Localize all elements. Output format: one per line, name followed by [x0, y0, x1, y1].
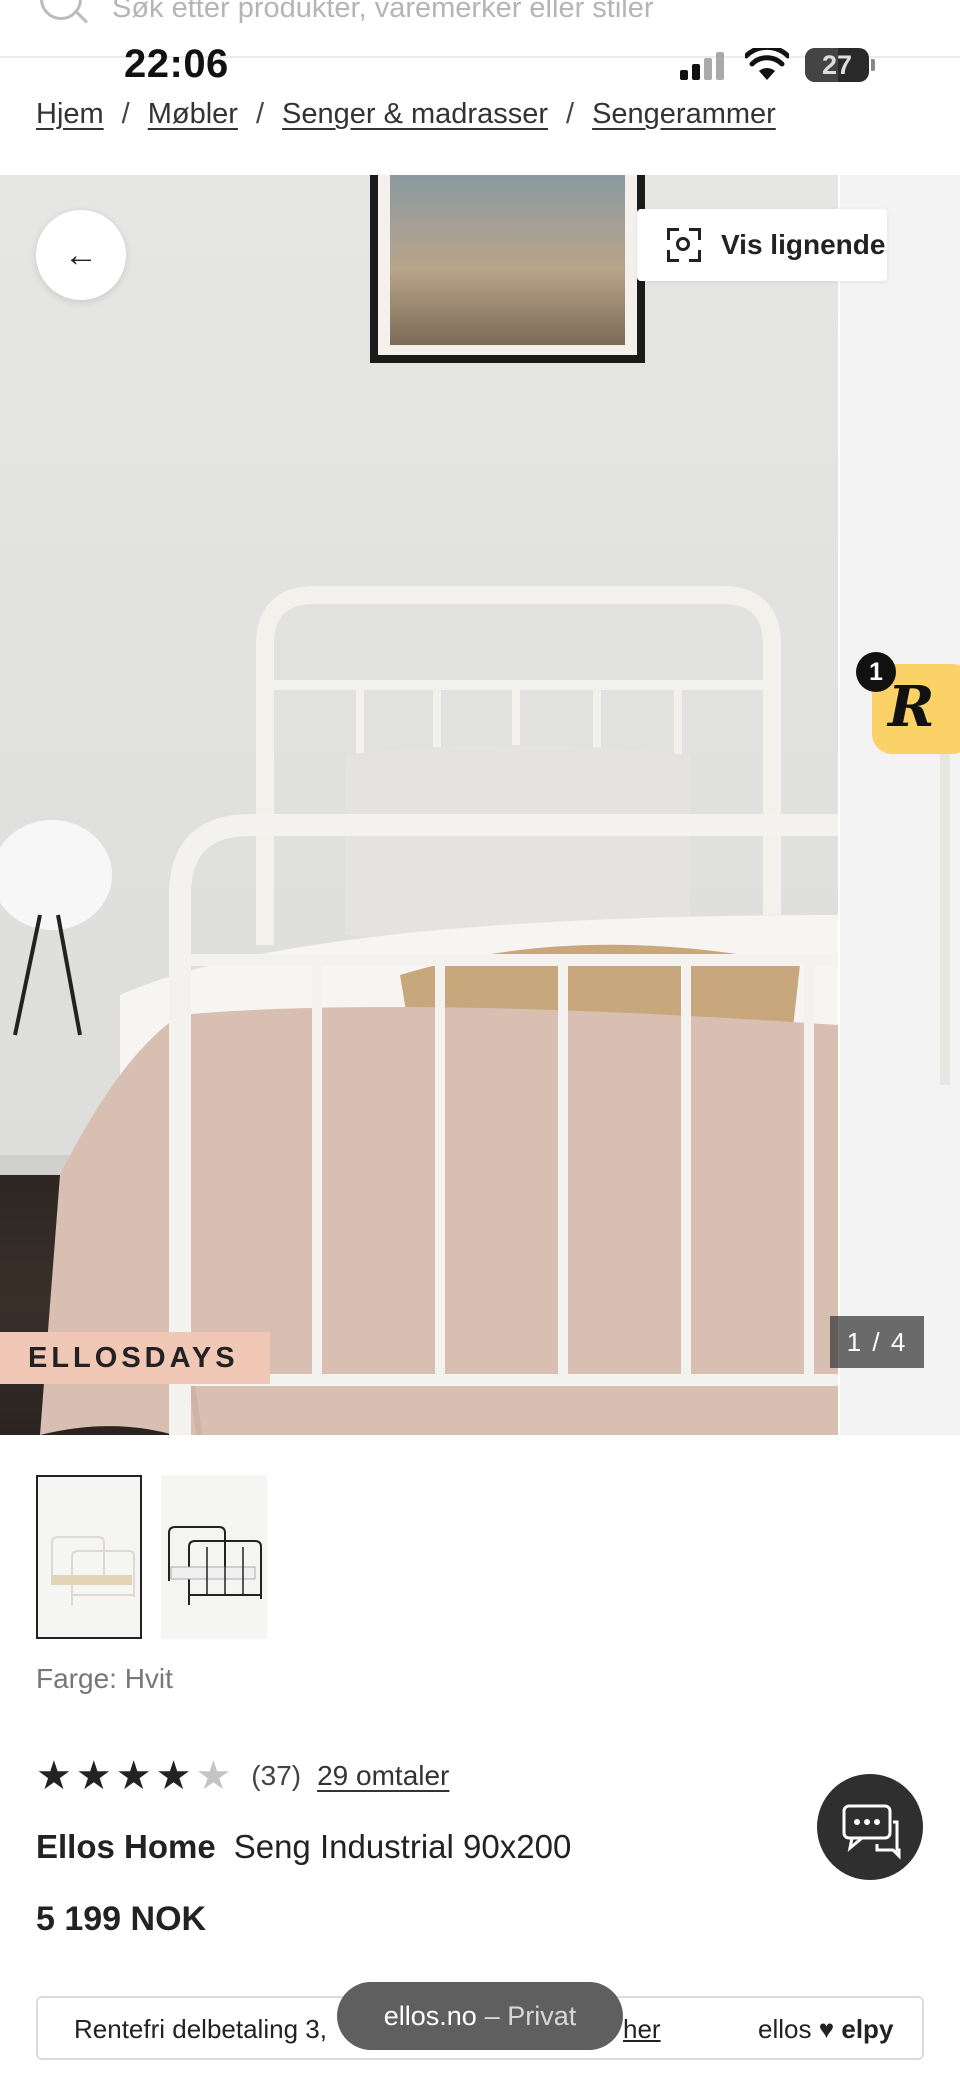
installment-text: Rentefri delbetaling 3,: [74, 2014, 327, 2044]
chat-button[interactable]: [817, 1774, 923, 1880]
show-similar-button[interactable]: Vis lignende: [637, 209, 887, 281]
rating-count: (37): [251, 1760, 302, 1791]
bed-illustration: [0, 586, 838, 1435]
star-filled-icon: ★: [36, 1754, 72, 1798]
breadcrumb-separator: /: [121, 98, 130, 130]
browser-url-pill[interactable]: ellos.no – Privat: [337, 1982, 623, 2050]
status-time: 22:06: [124, 42, 229, 86]
visual-search-icon: [667, 228, 701, 262]
arrow-left-icon: ←: [64, 235, 98, 274]
product-rating: ★ ★ ★ ★ ★ (37) 29 omtaler: [36, 1756, 449, 1796]
search-icon: [40, 0, 82, 20]
breadcrumb-furniture[interactable]: Møbler: [148, 98, 238, 130]
thumbnail-black[interactable]: [161, 1475, 267, 1639]
breadcrumb-bed-frames[interactable]: Sengerammer: [592, 98, 776, 130]
breadcrumb-separator: /: [566, 98, 575, 130]
product-image[interactable]: [0, 175, 838, 1435]
product-price: 5 199 NOK: [36, 1900, 207, 1938]
search-input[interactable]: Søk etter produkter, varemerker eller st…: [112, 0, 654, 25]
breadcrumb-home[interactable]: Hjem: [36, 98, 104, 130]
breadcrumb-separator: /: [255, 98, 265, 130]
battery-level: 27: [821, 50, 853, 80]
chat-bubbles-icon: [842, 1804, 901, 1860]
star-empty-icon: ★: [195, 1754, 232, 1798]
breadcrumb: Hjem / Møbler / Senger & madrasser / Sengeramm…: [36, 98, 776, 131]
show-similar-label: Vis lignende: [721, 229, 886, 260]
star-filled-icon: ★: [155, 1754, 192, 1798]
browser-private-mode: – Privat: [484, 2000, 577, 2031]
product-brand[interactable]: Ellos Home: [36, 1828, 216, 1865]
wifi-icon: [745, 48, 789, 80]
breadcrumb-beds-mattresses[interactable]: Senger & madrasser: [282, 98, 548, 130]
rewards-count-badge: 1: [856, 652, 896, 692]
ellos-elpy-logo: ellos ♥ elpy: [758, 2014, 894, 2044]
next-image-preview[interactable]: [840, 175, 960, 1435]
star-filled-icon: ★: [75, 1754, 112, 1798]
color-label: Farge: Hvit: [36, 1663, 173, 1694]
product-title: Ellos Home Seng Industrial 90x200: [36, 1828, 571, 1866]
star-filled-icon: ★: [115, 1754, 152, 1798]
browser-domain: ellos.no: [383, 2000, 477, 2031]
installment-link[interactable]: her: [623, 2014, 661, 2045]
battery-icon: 27: [805, 48, 875, 82]
product-name: Seng Industrial 90x200: [233, 1828, 572, 1865]
campaign-tag: ELLOSDAYS: [0, 1332, 270, 1384]
reviews-link[interactable]: 29 omtaler: [317, 1760, 449, 1792]
rewards-letter: R: [888, 674, 935, 740]
image-counter: 1 / 4: [830, 1316, 924, 1368]
cellular-signal-icon: [680, 52, 730, 80]
thumbnail-white[interactable]: [36, 1475, 142, 1639]
back-button[interactable]: ←: [36, 210, 126, 300]
